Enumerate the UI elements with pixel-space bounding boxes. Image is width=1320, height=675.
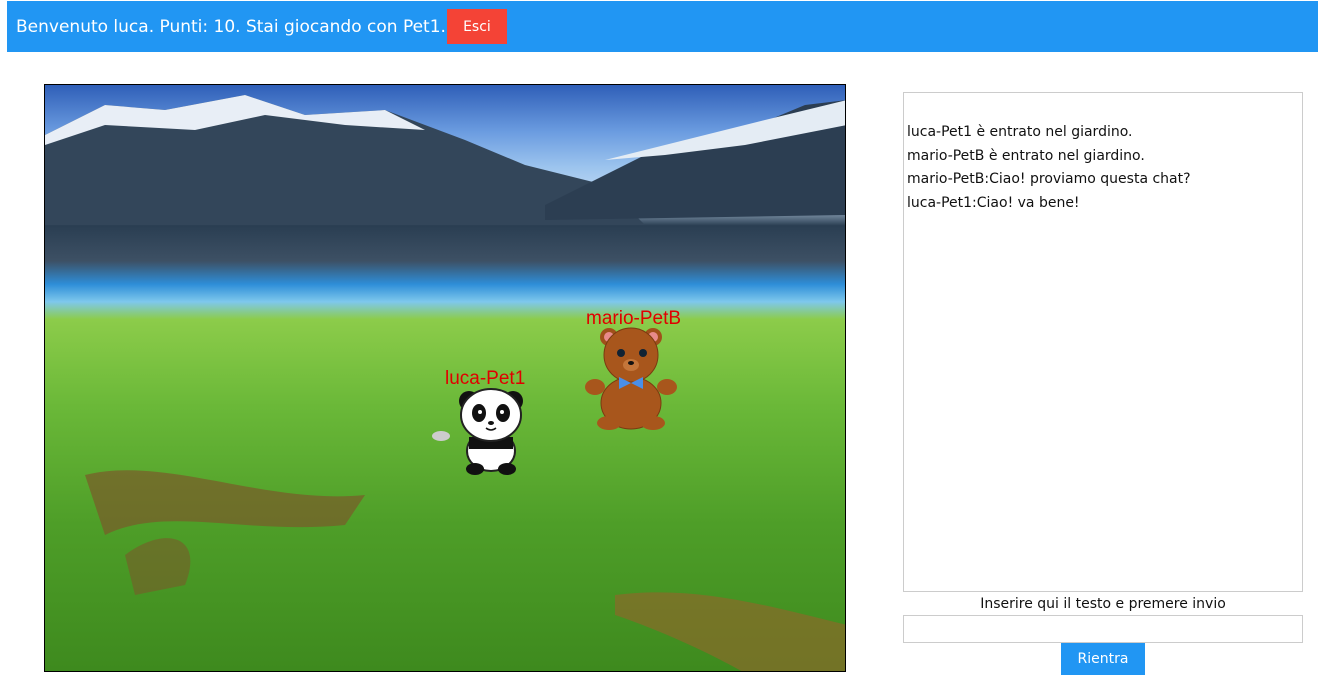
chat-message: mario-PetB è entrato nel giardino. [907, 147, 1145, 164]
chat-message: mario-PetB:Ciao! proviamo questa chat? [907, 171, 1191, 187]
welcome-message: Benvenuto luca. Punti: 10. Stai giocando… [16, 16, 446, 37]
chat-message: luca-Pet1 è entrato nel giardino. [907, 124, 1133, 140]
teddy-bear-pet-icon[interactable] [583, 325, 677, 431]
chat-message-input[interactable] [903, 615, 1303, 643]
chat-input-prompt: Inserire qui il testo e premere invio [980, 596, 1226, 612]
chat-log[interactable]: luca-Pet1 è entrato nel giardino. mario-… [903, 92, 1303, 592]
game-garden-canvas[interactable]: luca-Pet1 mario-PetB [44, 84, 846, 672]
rejoin-button[interactable]: Rientra [1061, 643, 1145, 675]
top-bar: Benvenuto luca. Punti: 10. Stai giocando… [7, 1, 1318, 52]
logout-button[interactable]: Esci [446, 9, 507, 44]
chat-message: luca-Pet1:Ciao! va bene! [907, 194, 1080, 211]
panda-pet-icon[interactable] [455, 385, 527, 477]
